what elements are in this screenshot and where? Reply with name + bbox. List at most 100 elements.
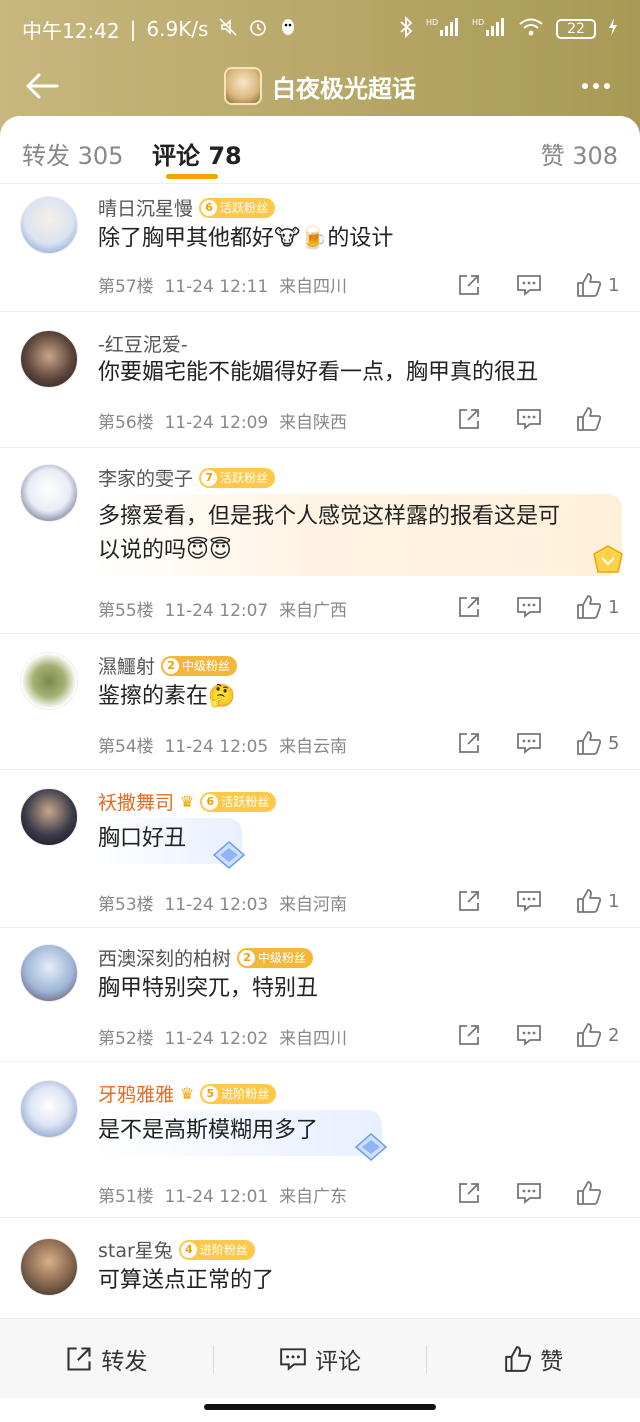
crown-icon: ♛ [180,792,195,811]
comment-item: star星兔 4 进阶粉丝 可算送点正常的了 [0,1218,640,1318]
like-icon[interactable] [576,730,602,756]
fan-level: 6 [202,793,219,810]
fan-badge-text: 中级粉丝 [182,659,231,673]
comment-item: 牙鸦雅雅 ♛ 5 进阶粉丝 是不是高斯模糊用多了 第51楼 11-24 12:01… [0,1062,640,1218]
username-row: 牙鸦雅雅 ♛ 5 进阶粉丝 [98,1080,277,1107]
username-row: 濕鱷射 2 中级粉丝 [98,652,238,679]
avatar[interactable] [20,652,78,710]
nav-bar: 白夜极光超话 [0,58,640,114]
username-row: 李家的雯子 7 活跃粉丝 [98,464,276,491]
diamond-icon [212,840,246,874]
signal-label: HD [426,18,438,27]
comment-meta: 第54楼 11-24 12:05 来自云南 [98,732,347,757]
tab-repost[interactable]: 转发 305 [22,136,123,171]
home-indicator[interactable] [204,1404,436,1410]
comment-floor: 第57楼 [98,277,154,297]
avatar[interactable] [20,330,78,388]
reply-icon[interactable] [516,272,542,298]
reply-icon[interactable] [516,1022,542,1048]
repost-button[interactable]: 转发 [0,1342,213,1376]
nav-title-group[interactable]: 白夜极光超话 [224,67,416,105]
comment-meta: 第56楼 11-24 12:09 来自陕西 [98,408,347,433]
back-arrow-icon [26,73,59,99]
share-icon[interactable] [456,730,482,756]
like-icon[interactable] [576,406,602,432]
fan-badge-text: 活跃粉丝 [220,471,269,485]
username[interactable]: -红豆泥爱- [98,330,188,357]
like-icon[interactable] [576,1180,602,1206]
like-icon[interactable] [576,888,602,914]
comment-time: 11-24 12:11 [164,277,269,297]
share-icon[interactable] [456,272,482,298]
comment-item: -红豆泥爱- 你要媚宅能不能媚得好看一点，胸甲真的很丑 第56楼 11-24 1… [0,312,640,448]
reply-icon[interactable] [516,594,542,620]
comment-meta: 第52楼 11-24 12:02 来自四川 [98,1024,347,1049]
like-icon[interactable] [576,272,602,298]
share-icon[interactable] [456,888,482,914]
avatar[interactable] [20,788,78,846]
reply-icon[interactable] [516,406,542,432]
like-icon[interactable] [576,1022,602,1048]
username[interactable]: 牙鸦雅雅 [98,1080,174,1107]
avatar[interactable] [20,196,78,254]
fan-level: 6 [201,199,218,216]
comment-meta: 第51楼 11-24 12:01 来自广东 [98,1182,347,1207]
charging-icon [608,17,618,41]
reply-icon[interactable] [516,730,542,756]
fan-badge: 6 活跃粉丝 [200,791,277,812]
share-icon [67,1346,91,1371]
comment-floor: 第52楼 [98,1029,154,1049]
comment-time: 11-24 12:03 [164,895,269,915]
comment-location: 来自四川 [279,1029,348,1049]
more-button[interactable] [576,68,616,104]
comment-button[interactable]: 评论 [214,1342,427,1376]
like-icon[interactable] [576,594,602,620]
tab-like[interactable]: 赞 308 [541,136,618,171]
repost-label: 转发 [101,1348,148,1375]
share-icon[interactable] [456,594,482,620]
avatar[interactable] [20,464,78,522]
comment-item: 晴日沉星慢 6 活跃粉丝 除了胸甲其他都好🐮🍺的设计 第57楼 11-24 12:… [0,184,640,312]
username-row: star星兔 4 进阶粉丝 [98,1236,255,1263]
share-icon[interactable] [456,1022,482,1048]
comment-text: 你要媚宅能不能媚得好看一点，胸甲真的很丑 [98,360,539,385]
share-icon[interactable] [456,406,482,432]
like-icon [505,1345,532,1372]
username[interactable]: 李家的雯子 [98,464,193,491]
status-time: 中午12:42 [22,18,120,43]
username[interactable]: star星兔 [98,1236,173,1263]
like-button[interactable]: 赞 [427,1342,640,1376]
username-row: -红豆泥爱- [98,330,188,357]
like-count: 1 [608,890,620,912]
wifi-icon [518,17,544,42]
comment-floor: 第55楼 [98,601,154,621]
comment-location: 来自四川 [279,277,348,297]
fan-badge-text: 进阶粉丝 [199,1243,248,1257]
fan-badge: 4 进阶粉丝 [178,1239,255,1260]
fan-badge-text: 进阶粉丝 [221,1087,270,1101]
username[interactable]: 濕鱷射 [98,652,155,679]
tab-comment[interactable]: 评论 78 [152,136,242,171]
comment-floor: 第56楼 [98,413,154,433]
fan-level: 5 [202,1085,219,1102]
fan-level: 2 [239,949,256,966]
comment-location: 来自陕西 [279,413,348,433]
back-button[interactable] [20,64,64,108]
share-icon[interactable] [456,1180,482,1206]
comment-actions [456,1180,620,1206]
comment-location: 来自广西 [279,601,348,621]
username[interactable]: 晴日沉星慢 [98,194,193,221]
avatar[interactable] [20,1080,78,1138]
avatar[interactable] [20,1238,78,1296]
comment-time: 11-24 12:09 [164,413,269,433]
fan-level: 2 [163,657,180,674]
fan-level: 4 [180,1241,197,1258]
avatar[interactable] [20,944,78,1002]
reply-icon[interactable] [516,888,542,914]
qq-icon [278,17,298,42]
reply-icon[interactable] [516,1180,542,1206]
page-title: 白夜极光超话 [272,74,416,103]
username[interactable]: 西澳深刻的柏树 [98,944,231,971]
username[interactable]: 袄撒舞司 [98,788,174,815]
comment-item: 西澳深刻的柏树 2 中级粉丝 胸甲特别突兀，特别丑 第52楼 11-24 12:0… [0,928,640,1062]
